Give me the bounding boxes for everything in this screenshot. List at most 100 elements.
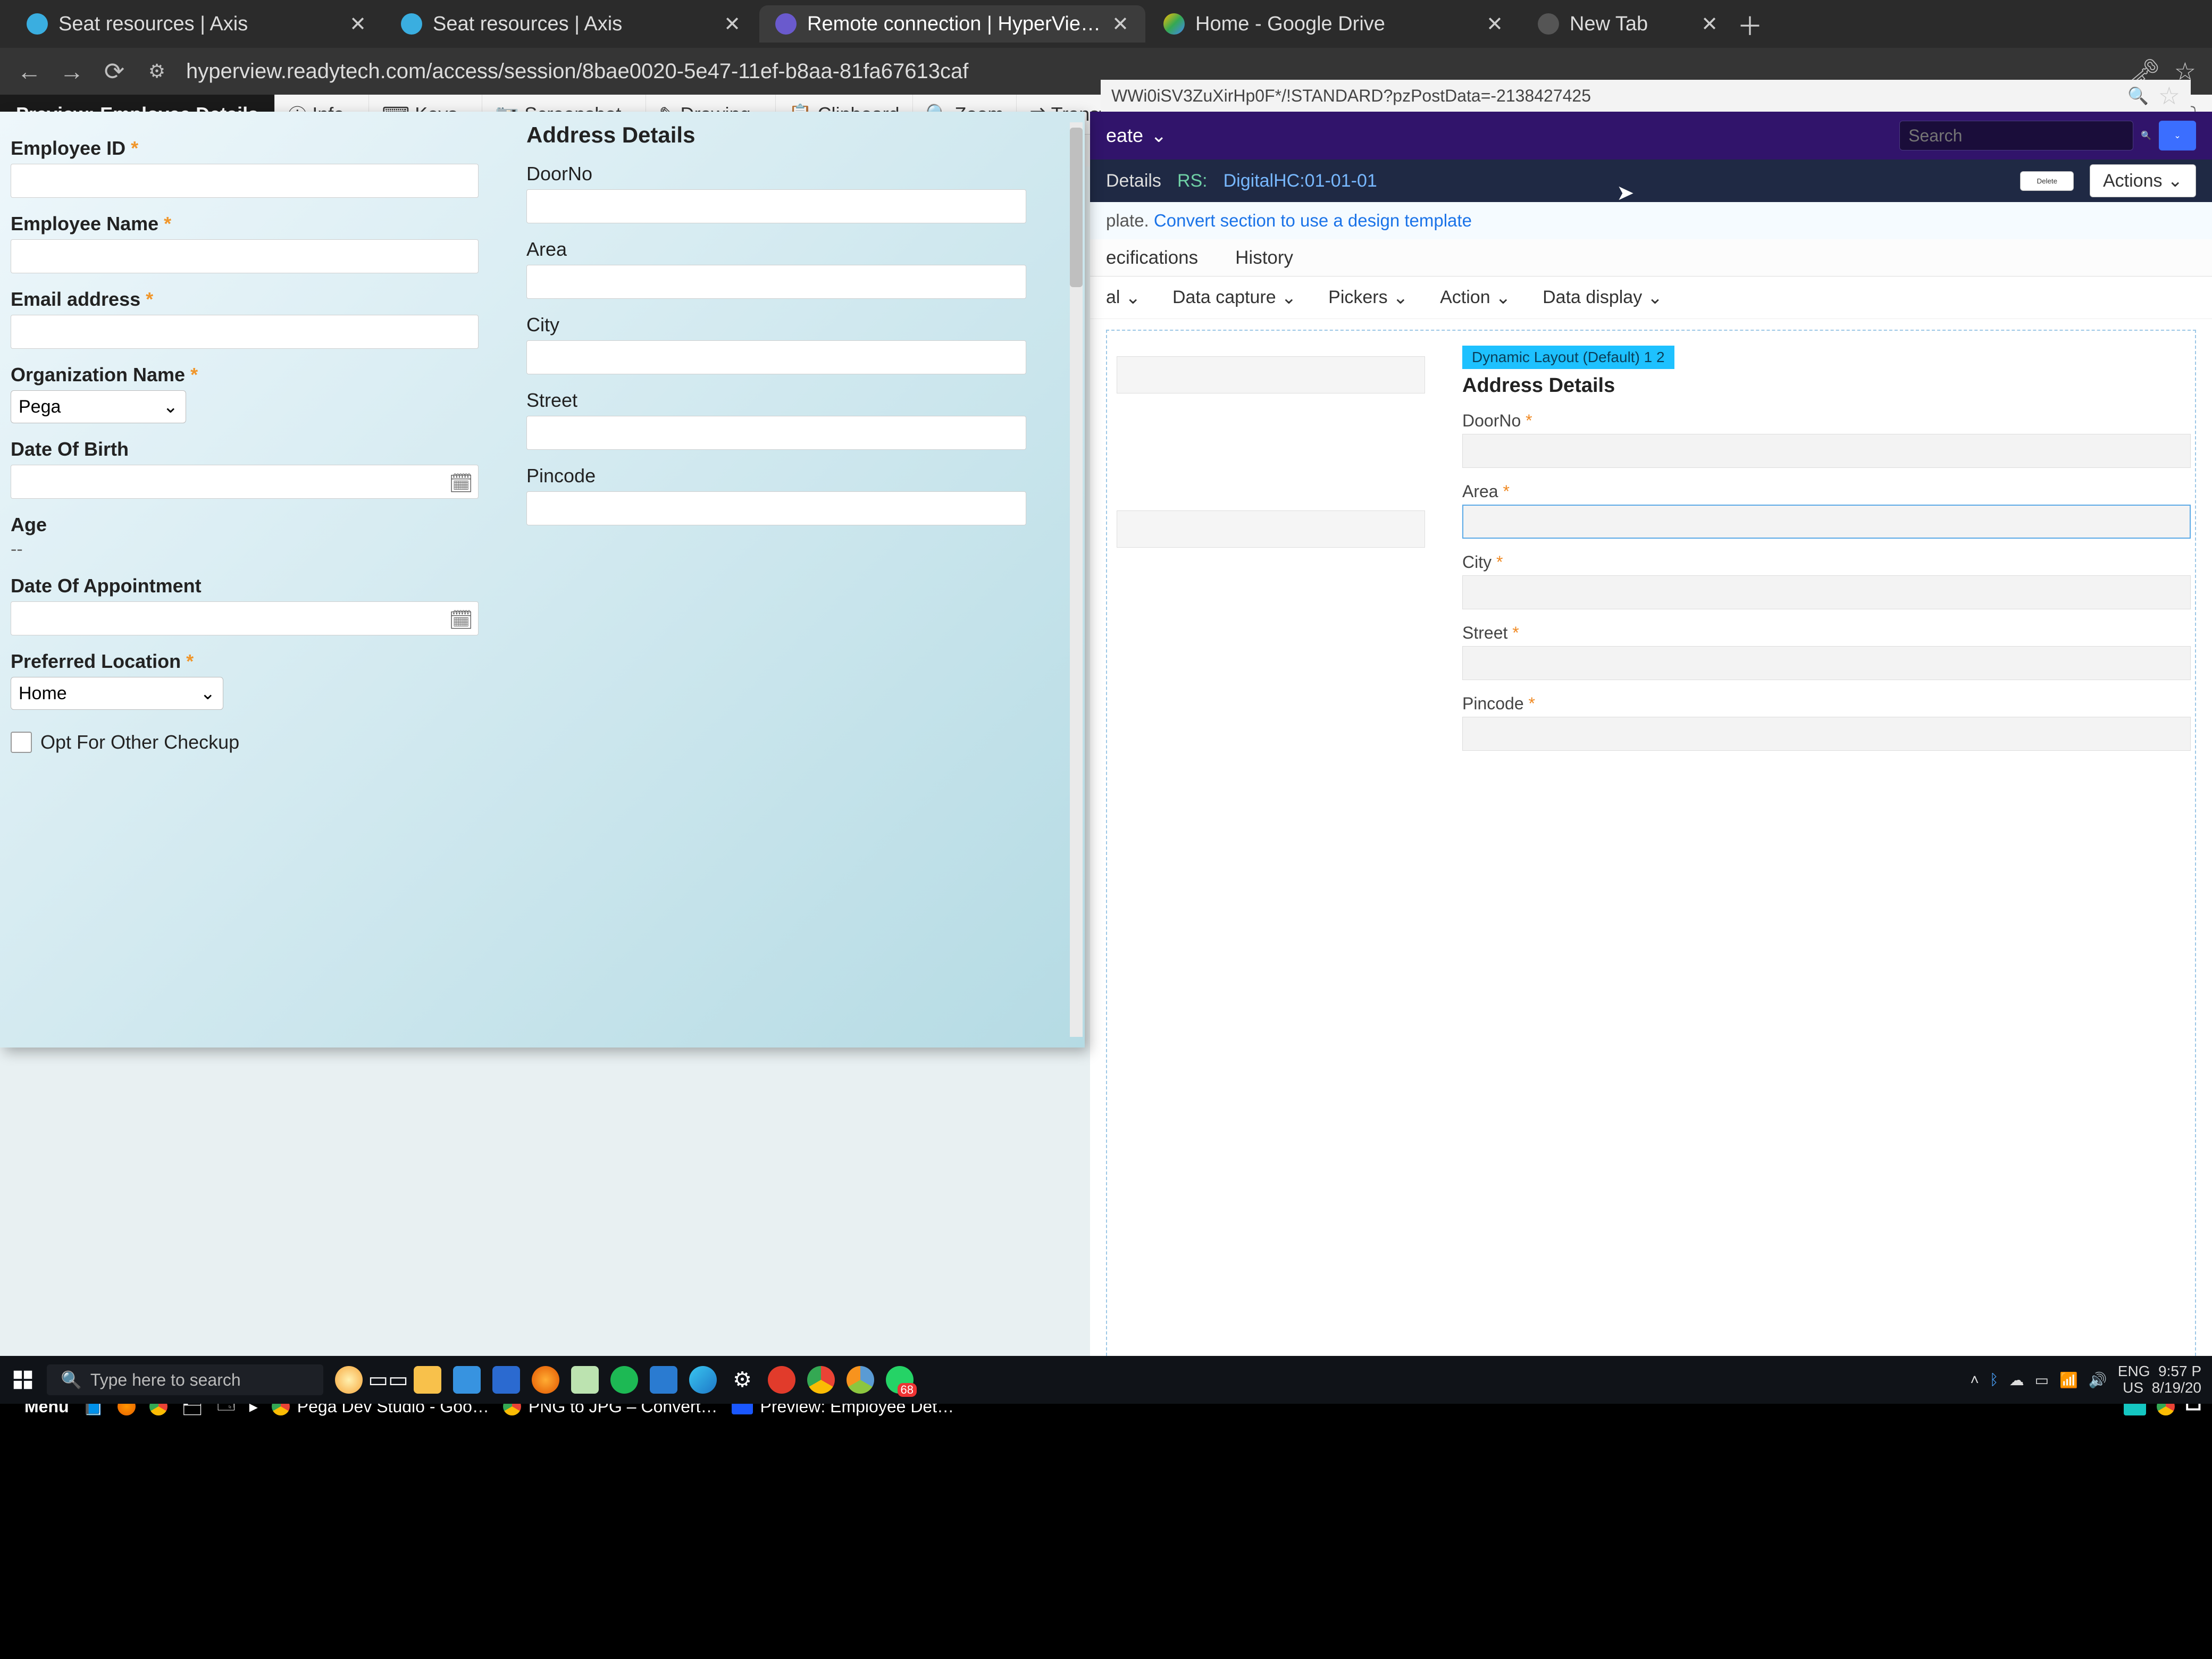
close-icon[interactable]: ✕: [349, 15, 367, 33]
tab-label: Home - Google Drive: [1195, 13, 1385, 36]
input-doa[interactable]: [11, 601, 479, 635]
delete-button[interactable]: Delete: [2020, 171, 2074, 191]
input-street[interactable]: [526, 416, 1026, 450]
create-menu[interactable]: eate⌄: [1106, 124, 1167, 147]
forward-icon[interactable]: →: [58, 58, 85, 85]
preview-left-column: Employee ID * Employee Name * Email addr…: [11, 122, 510, 753]
input-city[interactable]: [526, 340, 1026, 374]
input-employee-id[interactable]: [11, 164, 479, 198]
tab-axis-2[interactable]: Seat resources | Axis ✕: [385, 5, 757, 43]
canvas-input-pincode[interactable]: [1462, 717, 2191, 751]
label-employee-id: Employee ID *: [11, 137, 510, 160]
app-icon[interactable]: [571, 1366, 599, 1394]
close-icon[interactable]: ✕: [1111, 15, 1129, 33]
tab-drive[interactable]: Home - Google Drive ✕: [1147, 5, 1520, 43]
template-bar: plate. Convert section to use a design t…: [1090, 202, 2212, 239]
bookmark-star-icon[interactable]: ☆: [2158, 81, 2180, 110]
whatsapp-icon[interactable]: 68: [886, 1366, 914, 1394]
search-go-button[interactable]: ⌄: [2159, 121, 2196, 150]
search-icon[interactable]: 🔍: [2141, 130, 2151, 141]
select-organization[interactable]: Pega⌄: [11, 390, 186, 423]
input-area[interactable]: [526, 265, 1026, 299]
checkbox-opt-other[interactable]: Opt For Other Checkup: [11, 731, 510, 753]
canvas-input-doorno[interactable]: [1462, 434, 2191, 468]
input-email[interactable]: [11, 315, 479, 349]
weather-icon[interactable]: [335, 1366, 363, 1394]
select-location[interactable]: Home⌄: [11, 677, 223, 710]
taskbar-search[interactable]: 🔍 Type here to search: [47, 1364, 323, 1395]
palette-action[interactable]: Action ⌄: [1440, 287, 1511, 308]
tab-history[interactable]: History: [1235, 247, 1293, 269]
tab-specifications[interactable]: ecifications: [1106, 247, 1198, 269]
input-doorno[interactable]: [526, 189, 1026, 223]
wifi-icon[interactable]: 📶: [2059, 1371, 2078, 1389]
chrome-canary-icon[interactable]: [847, 1366, 874, 1394]
preview-scrollbar[interactable]: [1070, 122, 1083, 1037]
label-doorno: DoorNo: [526, 163, 1037, 185]
dynamic-layout-tag[interactable]: Dynamic Layout (Default) 1 2: [1462, 346, 1674, 369]
label-city: City: [526, 314, 1037, 336]
search-input[interactable]: [1899, 121, 2133, 150]
spotify-icon[interactable]: [610, 1366, 638, 1394]
close-icon[interactable]: ✕: [723, 15, 741, 33]
tab-hyperview[interactable]: Remote connection | HyperVie… ✕: [759, 5, 1145, 43]
convert-template-link[interactable]: Convert section to use a design template: [1154, 211, 1472, 231]
tab-axis-1[interactable]: Seat resources | Axis ✕: [11, 5, 383, 43]
chevron-down-icon: ⌄: [163, 396, 179, 417]
label-location: Preferred Location *: [11, 650, 510, 673]
actions-button[interactable]: Actions⌄: [2090, 164, 2196, 197]
design-canvas[interactable]: Dynamic Layout (Default) 1 2 Address Det…: [1090, 319, 2212, 1404]
task-view-icon[interactable]: ▭▭: [374, 1366, 402, 1394]
input-pincode[interactable]: [526, 491, 1026, 525]
ruleset-label: RS:: [1177, 171, 1208, 191]
canvas-input-street[interactable]: [1462, 646, 2191, 680]
battery-icon[interactable]: ▭: [2035, 1371, 2049, 1389]
input-dob[interactable]: [11, 465, 479, 499]
volume-icon[interactable]: 🔊: [2089, 1371, 2107, 1389]
canvas-input-placeholder[interactable]: [1117, 356, 1425, 393]
explorer-icon[interactable]: [414, 1366, 441, 1394]
palette-data-display[interactable]: Data display ⌄: [1543, 287, 1663, 308]
bluetooth-icon[interactable]: ᛒ: [1990, 1371, 1999, 1388]
close-icon[interactable]: ✕: [1486, 15, 1504, 33]
palette-pickers[interactable]: Pickers ⌄: [1328, 287, 1408, 308]
wps-icon[interactable]: [768, 1366, 795, 1394]
input-employee-name[interactable]: [11, 239, 479, 273]
site-info-icon[interactable]: ⚙: [144, 58, 170, 85]
reload-icon[interactable]: ⟳: [101, 58, 128, 85]
windows-taskbar: 🔍 Type here to search ▭▭ ⚙ 68 ˄ ᛒ ☁ ▭ 📶 …: [0, 1356, 2212, 1404]
tray-chevron-icon[interactable]: ˄: [1970, 1371, 1979, 1388]
vscode-icon[interactable]: [650, 1366, 677, 1394]
label-doa: Date Of Appointment: [11, 575, 510, 597]
firefox-icon[interactable]: [532, 1366, 559, 1394]
close-icon[interactable]: ✕: [1700, 15, 1719, 33]
preview-popup: Employee ID * Employee Name * Email addr…: [0, 112, 1085, 1048]
canvas-input-area[interactable]: [1462, 505, 2191, 539]
new-tab-button[interactable]: ＋: [1737, 11, 1763, 37]
search-icon[interactable]: 🔍: [2127, 86, 2149, 106]
clock[interactable]: ENG 9:57 P US 8/19/20: [2118, 1363, 2201, 1396]
checkbox-icon[interactable]: [11, 732, 32, 753]
calendar-icon[interactable]: 🗓: [449, 609, 473, 631]
scrollbar-thumb[interactable]: [1070, 128, 1083, 287]
section-address-details: Address Details: [526, 122, 1037, 148]
chevron-down-icon: ⌄: [200, 683, 216, 704]
calendar-icon[interactable]: 🗓: [449, 472, 473, 495]
back-icon[interactable]: ←: [16, 58, 43, 85]
studio-url-bar: WWi0iSV3ZuXirHp0F*/!STANDARD?pzPostData=…: [1101, 80, 2191, 112]
canvas-input-city[interactable]: [1462, 575, 2191, 609]
store-icon[interactable]: [453, 1366, 481, 1394]
layout-palette: al ⌄ Data capture ⌄ Pickers ⌄ Action ⌄ D…: [1090, 276, 2212, 319]
settings-icon[interactable]: ⚙: [728, 1366, 756, 1394]
edge-icon[interactable]: [689, 1366, 717, 1394]
tab-newtab[interactable]: New Tab ✕: [1522, 5, 1735, 43]
input-doa-wrap: 🗓: [11, 601, 479, 635]
cloud-icon[interactable]: ☁: [2009, 1371, 2024, 1389]
mail-icon[interactable]: [492, 1366, 520, 1394]
palette-data-capture[interactable]: Data capture ⌄: [1172, 287, 1296, 308]
label-employee-name: Employee Name *: [11, 213, 510, 235]
chrome-icon[interactable]: [807, 1366, 835, 1394]
start-button[interactable]: [11, 1368, 35, 1392]
canvas-input-placeholder[interactable]: [1117, 510, 1425, 548]
palette-al[interactable]: al ⌄: [1106, 287, 1141, 308]
